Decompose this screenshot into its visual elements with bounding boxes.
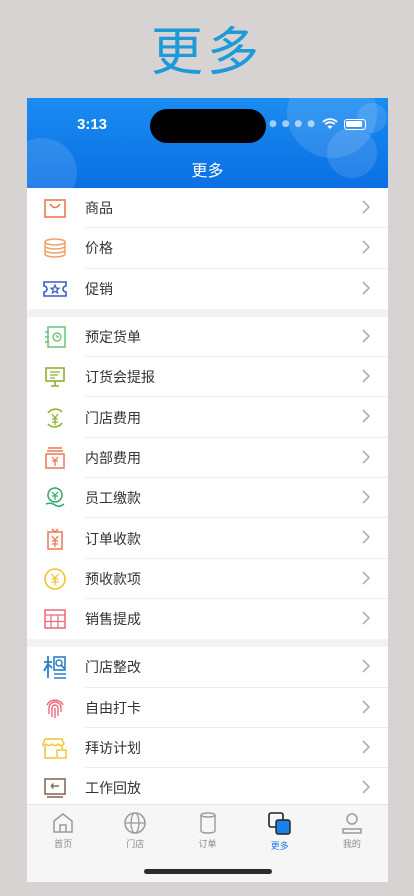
signal-icon: ● ● ● ● — [269, 119, 316, 129]
chevron-right-icon — [362, 571, 370, 585]
chevron-right-icon — [362, 240, 370, 254]
menu-list: 商品 价格 促销 预定货单 订货会提报 门店费用 内部费用 员工缴款 订单收款 … — [27, 188, 388, 816]
menu-item-label: 预定货单 — [85, 330, 141, 347]
chevron-right-icon — [362, 281, 370, 295]
header: 3:13 ● ● ● ● 更多 — [27, 98, 388, 188]
menu-item-order-fair[interactable]: 订货会提报 — [27, 357, 388, 398]
chevron-right-icon — [362, 409, 370, 424]
chevron-right-icon — [362, 490, 370, 504]
menu-item-label: 销售提成 — [85, 612, 141, 629]
wifi-icon — [322, 118, 338, 129]
shop-calendar-icon — [41, 734, 69, 762]
menu-group-3: 门店整改 自由打卡 拜访计划 工作回放 — [27, 647, 388, 809]
promo-title: 更多 — [150, 23, 263, 83]
menu-item-label: 订单收款 — [85, 531, 141, 548]
status-time: 3:13 — [77, 116, 108, 133]
fingerprint-icon — [41, 694, 69, 722]
menu-item-label: 商品 — [85, 201, 113, 218]
phone-screen: 3:13 ● ● ● ● 更多 商品 价格 促销 预定货单 订货会提报 门店费用… — [27, 98, 388, 882]
menu-group-1: 商品 价格 促销 — [27, 188, 388, 309]
shopping-bag-icon — [41, 194, 69, 222]
ticket-icon — [41, 275, 69, 303]
menu-item-products[interactable]: 商品 — [27, 188, 388, 229]
menu-item-label: 订货会提报 — [85, 370, 155, 387]
chevron-right-icon — [362, 450, 370, 464]
menu-item-label: 价格 — [85, 241, 113, 258]
menu-item-label: 门店费用 — [85, 410, 141, 427]
menu-item-visit-plan[interactable]: 拜访计划 — [27, 728, 388, 769]
clock-document-icon — [41, 323, 69, 351]
chevron-right-icon — [362, 530, 370, 544]
coin-stack-icon — [41, 234, 69, 262]
menu-item-label: 自由打卡 — [85, 700, 141, 717]
yuan-cycle-icon — [41, 404, 69, 432]
menu-item-price[interactable]: 价格 — [27, 228, 388, 269]
chevron-right-icon — [362, 659, 370, 673]
yuan-bag-icon — [41, 525, 69, 553]
chevron-right-icon — [362, 369, 370, 383]
menu-item-promotion[interactable]: 促销 — [27, 269, 388, 309]
menu-item-label: 工作回放 — [85, 781, 141, 798]
inspect-icon — [41, 653, 69, 681]
menu-item-free-checkin[interactable]: 自由打卡 — [27, 688, 388, 729]
menu-item-label: 内部费用 — [85, 450, 141, 467]
menu-item-store-rectification[interactable]: 门店整改 — [27, 647, 388, 688]
chevron-right-icon — [362, 699, 370, 714]
menu-item-store-expense[interactable]: 门店费用 — [27, 397, 388, 439]
cylinder-icon — [199, 812, 216, 834]
yuan-hand-icon — [41, 484, 69, 512]
menu-item-label: 员工缴款 — [85, 491, 141, 508]
chevron-right-icon — [362, 329, 370, 343]
status-indicators: ● ● ● ● — [269, 118, 366, 130]
menu-item-label: 门店整改 — [85, 660, 141, 677]
menu-item-internal-expense[interactable]: 内部费用 — [27, 438, 388, 479]
replay-icon — [41, 774, 69, 802]
tab-label: 更多 — [270, 842, 289, 852]
yuan-box-icon — [41, 444, 69, 472]
chevron-right-icon — [362, 740, 370, 754]
chevron-right-icon — [362, 780, 370, 794]
tab-home[interactable]: 首页 — [27, 805, 99, 882]
chevron-right-icon — [362, 611, 370, 625]
menu-item-label: 促销 — [85, 281, 113, 298]
menu-item-order-collection[interactable]: 订单收款 — [27, 518, 388, 559]
menu-item-sales-commission[interactable]: 销售提成 — [27, 599, 388, 639]
menu-item-label: 拜访计划 — [85, 741, 141, 757]
presentation-board-icon — [41, 363, 69, 391]
home-icon — [53, 813, 73, 833]
person-icon — [342, 813, 362, 834]
chevron-right-icon — [362, 200, 370, 214]
tab-label: 订单 — [198, 840, 217, 850]
menu-item-work-replay[interactable]: 工作回放 — [27, 768, 388, 808]
battery-icon — [344, 118, 366, 130]
tab-label: 门店 — [126, 840, 145, 850]
home-indicator[interactable] — [144, 869, 272, 874]
nav-title: 更多 — [191, 161, 224, 180]
tab-mine[interactable]: 我的 — [316, 805, 388, 882]
dynamic-island — [150, 109, 266, 143]
yuan-circle-icon — [41, 565, 69, 593]
more-squares-icon — [267, 812, 291, 835]
menu-item-employee-payment[interactable]: 员工缴款 — [27, 478, 388, 519]
tab-label: 我的 — [342, 840, 361, 850]
menu-item-preorder[interactable]: 预定货单 — [27, 317, 388, 358]
calculator-icon — [41, 605, 69, 633]
tab-label: 首页 — [54, 840, 73, 850]
menu-item-label: 预收款项 — [85, 571, 141, 588]
menu-group-2: 预定货单 订货会提报 门店费用 内部费用 员工缴款 订单收款 预收款项 销售提成 — [27, 316, 388, 640]
menu-item-advance-receipt[interactable]: 预收款项 — [27, 559, 388, 600]
globe-icon — [124, 812, 147, 834]
